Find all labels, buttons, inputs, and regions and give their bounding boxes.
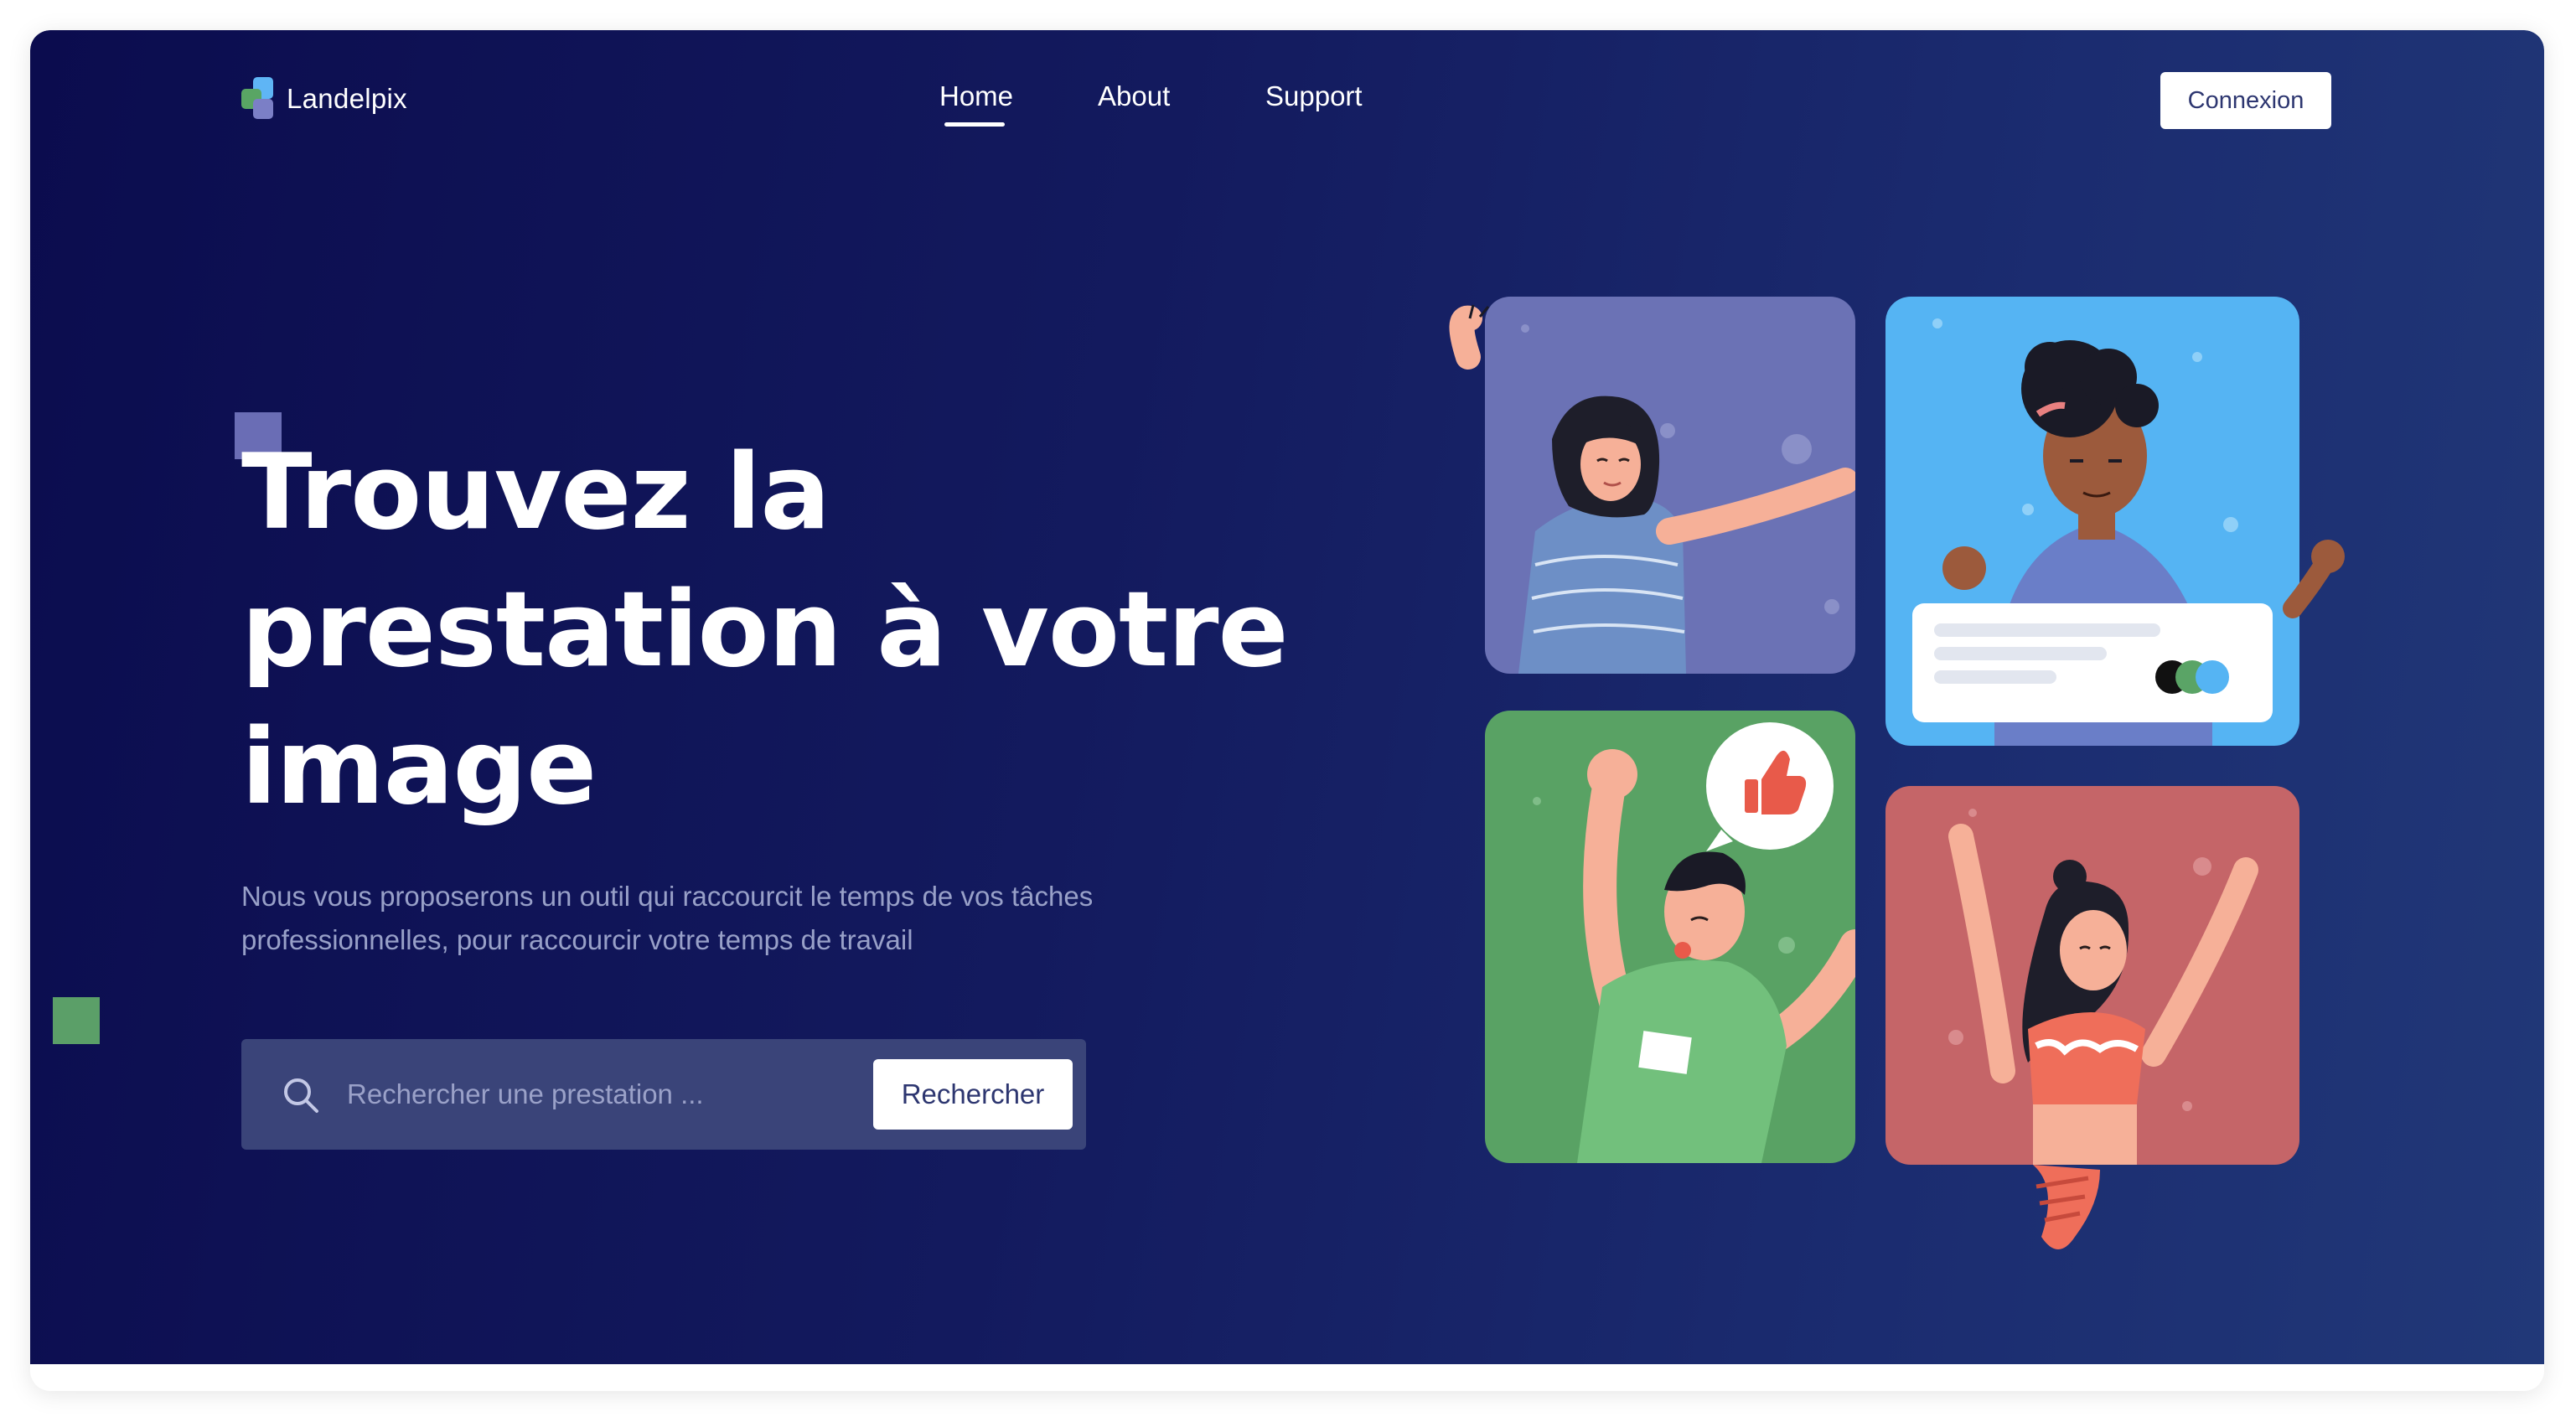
search-bar: Rechercher	[241, 1039, 1086, 1150]
search-button[interactable]: Rechercher	[873, 1059, 1073, 1130]
logo-mark-icon	[241, 77, 275, 121]
illustration-card-dancing-woman	[1485, 297, 1855, 674]
hero-subtitle: Nous vous proposerons un outil qui racco…	[241, 881, 1094, 955]
search-icon	[284, 1078, 318, 1113]
login-button[interactable]: Connexion	[2160, 72, 2331, 129]
nav-item-about[interactable]: About	[1098, 80, 1170, 112]
hero-section: Landelpix Home About Support Connexion T…	[30, 30, 2544, 1364]
hero-headline: Trouvez la prestation à votre image	[241, 432, 1289, 828]
decorative-square-green	[53, 997, 100, 1044]
nav-item-home[interactable]: Home	[939, 80, 1013, 112]
nav-active-indicator	[944, 122, 1005, 127]
illustration-card-celebrating-woman	[1885, 786, 2299, 1165]
brand-name: Landelpix	[287, 83, 407, 114]
brand-logo[interactable]: Landelpix	[241, 77, 407, 121]
nav-item-support[interactable]: Support	[1265, 80, 1363, 112]
search-input[interactable]	[347, 1068, 866, 1121]
browser-frame: Landelpix Home About Support Connexion T…	[30, 30, 2544, 1391]
illustration-card-cheering-man	[1485, 711, 1855, 1163]
illustration-card-curly-woman	[1885, 297, 2299, 746]
